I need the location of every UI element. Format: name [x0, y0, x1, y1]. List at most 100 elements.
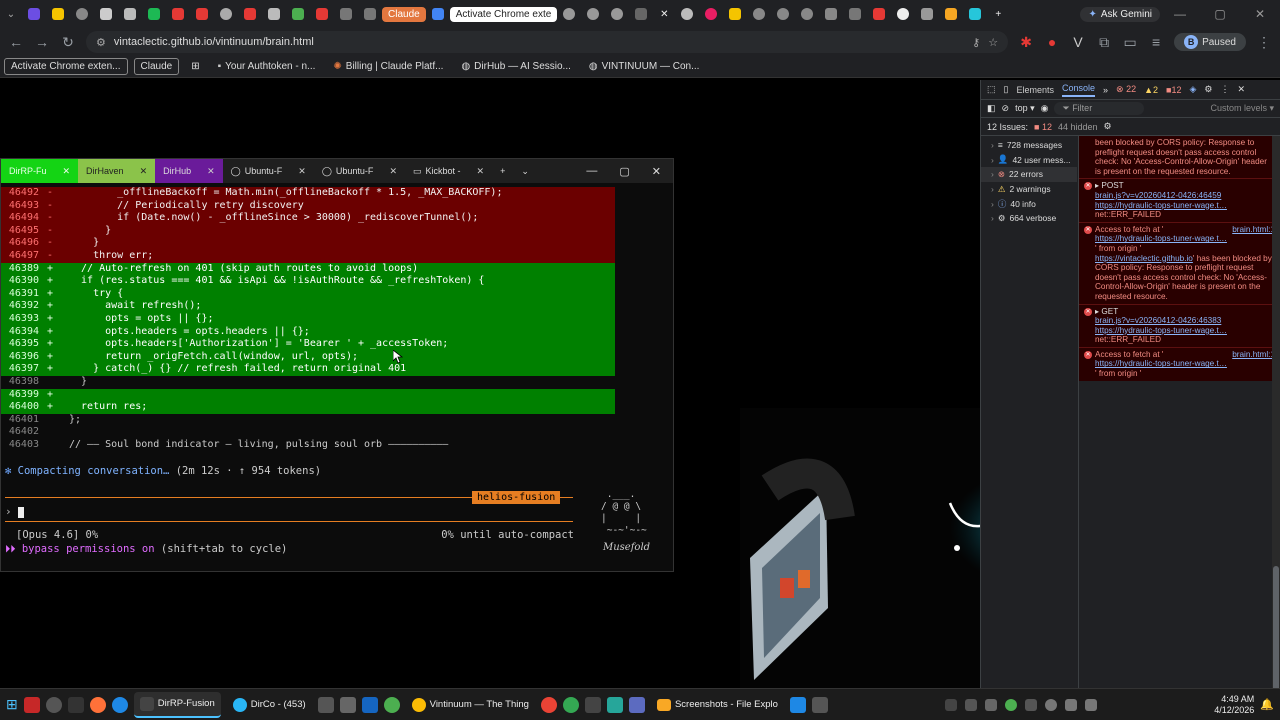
source-link[interactable]: brain.js?v=v20260412-0426:46459 [1095, 191, 1221, 200]
context-select[interactable]: top ▾ [1015, 103, 1035, 114]
tab-favicon-14[interactable] [336, 4, 356, 24]
firefox-icon[interactable] [89, 696, 106, 713]
tab-claude[interactable]: Claude [382, 6, 426, 22]
tab-favicon-24[interactable] [773, 4, 793, 24]
request-url-link[interactable]: https://hydraulic-tops-tuner-wage.t… [1095, 359, 1227, 368]
device-toolbar-icon[interactable]: ▯ [1004, 84, 1009, 95]
log-levels-dropdown[interactable]: Custom levels ▾ [1210, 103, 1274, 114]
close-icon[interactable]: ✕ [477, 166, 485, 177]
system-clock[interactable]: 4:49 AM 4/12/2026 [1214, 694, 1254, 716]
expand-chevron-icon[interactable]: › [991, 199, 994, 209]
tray-icon-3[interactable] [985, 698, 998, 711]
console-message[interactable]: ✕ ▸ POST brain.js?v=v20260412-0426:46459 ht… [1079, 178, 1280, 222]
wifi-icon[interactable] [1045, 698, 1058, 711]
notification-bell-icon[interactable]: 🔔 [1260, 698, 1274, 711]
tab-favicon-19[interactable] [631, 4, 651, 24]
tab-favicon-32[interactable] [965, 4, 985, 24]
inspect-element-icon[interactable]: ⬚ [987, 84, 996, 95]
tab-favicon-18[interactable] [607, 4, 627, 24]
taskbar-app-dirco[interactable]: DirCo - (453) [227, 692, 312, 718]
extension-icon-3[interactable]: V [1070, 34, 1086, 50]
tab-close-icon[interactable]: ✕ [655, 4, 673, 24]
taskbar-icon-b[interactable] [339, 696, 356, 713]
cast-icon[interactable]: ▭ [1122, 34, 1138, 51]
console-filter-3[interactable]: › ⚠ 2 warnings [981, 182, 1077, 197]
new-tab-button[interactable]: + [989, 4, 1007, 24]
taskbar-icon-e[interactable] [606, 696, 623, 713]
tab-favicon-17[interactable] [583, 4, 603, 24]
console-message[interactable]: ✕ Access to fetch at ' brain.html:1 https:/… [1079, 346, 1280, 381]
close-icon[interactable]: ✕ [298, 166, 306, 177]
reload-icon[interactable]: ↻ [60, 34, 76, 51]
console-filter-1[interactable]: › 👤 42 user mess... [981, 153, 1077, 168]
expand-chevron-icon[interactable]: › [991, 169, 994, 179]
expand-chevron-icon[interactable]: › [991, 155, 994, 165]
address-bar[interactable]: ⚙ vintaclectic.github.io/vintinuum/brain… [86, 31, 1009, 53]
issue-count-badge[interactable]: ■12 [1166, 85, 1181, 95]
tab-favicon-15[interactable] [360, 4, 380, 24]
tab-activate-chrome-ext[interactable]: Activate Chrome exte [449, 6, 558, 22]
issues-bar[interactable]: 12 Issues: ■ 12 44 hidden ⚙ [981, 118, 1280, 136]
taskbar-app-explorer[interactable]: Screenshots - File Explo [651, 692, 784, 718]
close-icon[interactable]: ✕ [389, 166, 397, 177]
request-url-link[interactable]: https://hydraulic-tops-tuner-wage.t… [1095, 234, 1227, 243]
battery-icon[interactable] [1085, 698, 1098, 711]
console-filter-0[interactable]: › ≡ 728 messages [981, 138, 1077, 153]
tab-favicon-23[interactable] [749, 4, 769, 24]
prompt-input[interactable]: › [5, 505, 24, 518]
profile-paused-button[interactable]: B Paused [1174, 33, 1246, 51]
console-filter-input[interactable]: ⏷ Filter [1054, 102, 1145, 115]
origin-link[interactable]: https://vintaclectic.github.io [1095, 254, 1193, 263]
taskbar-icon-a[interactable] [317, 696, 334, 713]
terminal-tab-ubuntu-1[interactable]: ◯ Ubuntu-F ✕ [223, 159, 314, 183]
extensions-puzzle-icon[interactable]: ⧉ [1096, 34, 1112, 51]
start-windows-icon[interactable]: ⊞ [6, 696, 18, 713]
taskbar-app-vintinuum[interactable]: Vintinuum — The Thing [406, 692, 535, 718]
console-message[interactable]: ✕ Access to fetch at ' brain.html:1 https:/… [1079, 221, 1280, 304]
password-key-icon[interactable]: ⚷ [972, 36, 980, 49]
tab-dropdown-chevron-icon[interactable]: ⌄ [513, 159, 537, 183]
tab-favicon-11[interactable] [264, 4, 284, 24]
tab-favicon-16[interactable] [559, 4, 579, 24]
bookmark-authtoken[interactable]: ▪ Your Authtoken - n... [212, 59, 322, 74]
live-expression-eye-icon[interactable]: ◉ [1041, 103, 1049, 114]
console-scrollbar[interactable] [1272, 136, 1280, 716]
terminal-tab-dirhub[interactable]: DirHub ✕ [155, 159, 223, 183]
bookmark-claude[interactable]: Claude [133, 58, 180, 75]
media-icon[interactable] [67, 696, 84, 713]
taskbar-icon-d[interactable] [584, 696, 601, 713]
terminal-close-icon[interactable]: ✕ [652, 165, 661, 178]
bookmark-star-icon[interactable]: ☆ [988, 36, 998, 49]
tab-favicon-31[interactable] [941, 4, 961, 24]
clear-console-icon[interactable]: ⊘ [1002, 103, 1010, 114]
tab-favicon-docs[interactable] [428, 4, 448, 24]
expand-chevron-icon[interactable]: › [991, 184, 994, 194]
edge-icon[interactable] [111, 696, 128, 713]
close-icon[interactable]: ✕ [140, 166, 148, 177]
minimize-icon[interactable]: — [1160, 7, 1200, 21]
devtools-menu-icon[interactable]: ⋮ [1221, 84, 1230, 95]
warning-count-badge[interactable]: ▲2 [1144, 85, 1158, 95]
bookmark-activate-ext[interactable]: Activate Chrome exten... [4, 58, 128, 75]
terminal-tab-dirhaven[interactable]: DirHaven ✕ [78, 159, 156, 183]
request-url-link[interactable]: https://hydraulic-tops-tuner-wage.t… [1095, 201, 1227, 210]
sidebar-toggle-icon[interactable]: ◧ [987, 103, 996, 114]
acrobat-icon[interactable] [23, 696, 40, 713]
taskbar-icon-g[interactable] [811, 696, 828, 713]
terminal-tab-dirrp[interactable]: DirRP-Fu ✕ [1, 159, 79, 183]
tray-icon-4[interactable] [1005, 698, 1018, 711]
tab-favicon-1[interactable] [24, 4, 44, 24]
expand-chevron-icon[interactable]: › [991, 140, 994, 150]
tab-favicon-25[interactable] [797, 4, 817, 24]
tray-icon-5[interactable] [1025, 698, 1038, 711]
console-filter-2[interactable]: › ⊗ 22 errors [981, 167, 1077, 182]
request-url-link[interactable]: https://hydraulic-tops-tuner-wage.t… [1095, 326, 1227, 335]
taskbar-icon-f[interactable] [628, 696, 645, 713]
ask-gemini-button[interactable]: ✦ Ask Gemini [1080, 6, 1160, 22]
bookmark-dirhub[interactable]: ◍ DirHub — AI Sessio... [455, 59, 576, 74]
reading-list-icon[interactable]: ≡ [1148, 34, 1164, 50]
source-link[interactable]: brain.js?v=v20260412-0426:46383 [1095, 316, 1221, 325]
tab-favicon-5[interactable] [120, 4, 140, 24]
tab-favicon-4[interactable] [96, 4, 116, 24]
close-icon[interactable]: ✕ [207, 166, 215, 177]
